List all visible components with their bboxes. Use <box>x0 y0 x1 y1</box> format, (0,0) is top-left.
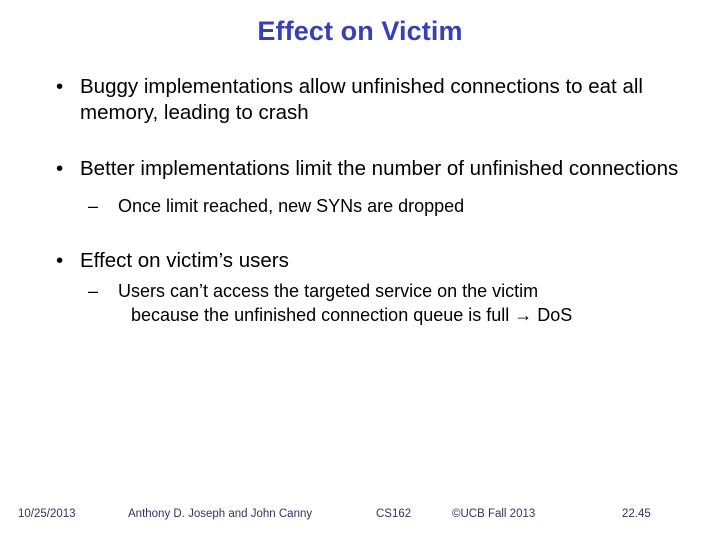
page-title: Effect on Victim <box>257 16 463 46</box>
footer-course: CS162 <box>376 508 412 520</box>
footer-date: 10/25/2013 <box>18 508 76 520</box>
sub-bullet-item-2-line-2: because the unfinished connection queue … <box>131 305 573 325</box>
footer-copyright: ©UCB Fall 2013 <box>452 508 536 520</box>
slide-body: • Buggy implementations allow unfinished… <box>46 74 686 327</box>
slide: Effect on Victim • Buggy implementations… <box>0 0 720 540</box>
bullet-item-3-text: Effect on victim’s users <box>80 249 289 272</box>
bullet-item-1-text: Buggy implementations allow unfinished c… <box>80 75 643 124</box>
sub-bullet-item-1: – Once limit reached, new SYNs are dropp… <box>46 194 686 218</box>
bullet-item-1: • Buggy implementations allow unfinished… <box>46 74 686 126</box>
footer-page-number: 22.45 <box>622 508 651 520</box>
bullet-marker-icon: • <box>56 249 64 272</box>
bullet-item-2: • Better implementations limit the numbe… <box>46 156 686 182</box>
bullet-marker-icon: • <box>56 75 64 98</box>
sub-bullet-item-2: – Users can’t access the targeted servic… <box>46 279 686 327</box>
bullet-item-3: • Effect on victim’s users <box>46 248 686 274</box>
sub-bullet-item-2-line-1: Users can’t access the targeted service … <box>118 281 539 301</box>
sub-bullet-item-1-text: Once limit reached, new SYNs are dropped <box>118 196 465 216</box>
dash-marker-icon: – <box>88 196 99 216</box>
slide-footer: 10/25/2013 Anthony D. Joseph and John Ca… <box>0 508 720 528</box>
bullet-marker-icon: • <box>56 157 64 180</box>
bullet-item-2-text: Better implementations limit the number … <box>80 157 679 180</box>
footer-authors: Anthony D. Joseph and John Canny <box>128 508 313 520</box>
dash-marker-icon: – <box>88 281 99 301</box>
